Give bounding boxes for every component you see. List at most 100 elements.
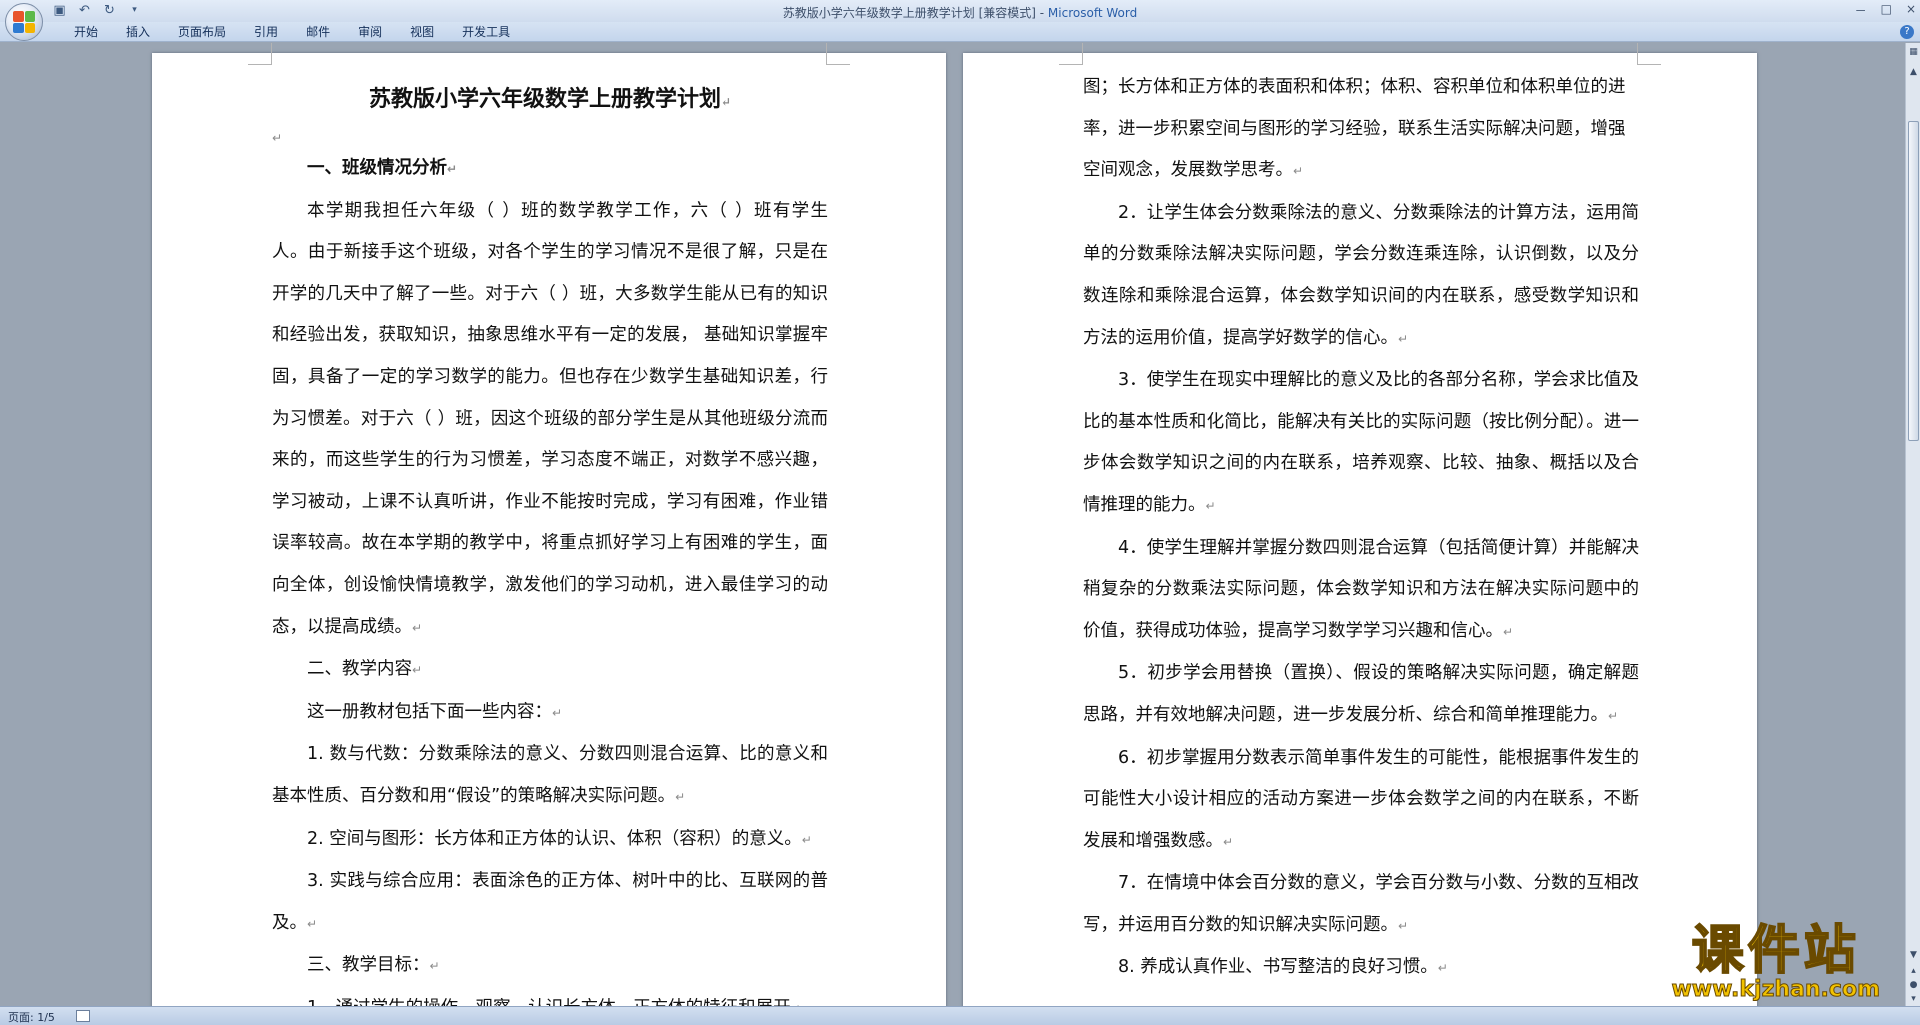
paragraph-text: 7．在情境中体会百分数的意义，学会百分数与小数、分数的互相改写，并运用百分数的知… bbox=[1083, 873, 1639, 935]
next-page-icon[interactable]: ▾ bbox=[1907, 992, 1920, 1006]
margin-corner bbox=[248, 43, 272, 65]
tab-references[interactable]: 引用 bbox=[240, 25, 292, 40]
paragraph-mark: ↵ bbox=[1503, 624, 1514, 639]
paragraph: 7．在情境中体会百分数的意义，学会百分数与小数、分数的互相改写，并运用百分数的知… bbox=[1083, 863, 1639, 947]
paragraph: 3．使学生在现实中理解比的意义及比的各部分名称，学会求比值及比的基本性质和化简比… bbox=[1083, 360, 1639, 527]
paragraph: 4．使学生理解并掌握分数四则混合运算（包括简便计算）并能解决稍复杂的分数乘法实际… bbox=[1083, 528, 1639, 654]
proofing-icon[interactable] bbox=[76, 1010, 90, 1022]
paragraph-text: 本学期我担任六年级（ ）班的数学教学工作，六（ ）班有学生 人。由于新接手这个班… bbox=[272, 200, 828, 637]
margin-corner bbox=[1059, 43, 1083, 65]
paragraph: 二、教学内容↵ bbox=[272, 649, 828, 692]
tab-mailings[interactable]: 邮件 bbox=[292, 25, 344, 40]
paragraph: 1．通过学生的操作、观察，认识长方体、正方体的特征和展开↵ bbox=[272, 988, 828, 1006]
paragraph: 三、教学目标：↵ bbox=[272, 945, 828, 988]
document-title: 苏教版小学六年级数学上册教学计划↵ bbox=[272, 73, 828, 128]
right-paragraphs: 图；长方体和正方体的表面积和体积；体积、容积单位和体积单位的进率，进一步积累空间… bbox=[1083, 67, 1639, 990]
paragraph-text: 三、教学目标： bbox=[307, 955, 430, 976]
page-count[interactable]: 页面: 1/5 bbox=[8, 1009, 55, 1025]
margin-corner bbox=[826, 43, 850, 65]
ribbon: 开始 插入 页面布局 引用 邮件 审阅 视图 开发工具 ? bbox=[0, 22, 1920, 42]
left-paragraphs: 一、班级情况分析↵ 本学期我担任六年级（ ）班的数学教学工作，六（ ）班有学生 人… bbox=[272, 148, 828, 1006]
paragraph: 1. 数与代数：分数乘除法的意义、分数四则混合运算、比的意义和基本性质、百分数和… bbox=[272, 734, 828, 818]
tab-view[interactable]: 视图 bbox=[396, 25, 448, 40]
paragraph: 本学期我担任六年级（ ）班的数学教学工作，六（ ）班有学生 人。由于新接手这个班… bbox=[272, 191, 828, 650]
window-controls: － □ × bbox=[1855, 2, 1916, 19]
scroll-thumb[interactable] bbox=[1908, 121, 1919, 441]
paragraph-mark: ↵ bbox=[1205, 498, 1216, 513]
paragraph-mark: ↵ bbox=[307, 916, 318, 931]
paragraph-text: 5．初步学会用替换（置换）、假设的策略解决实际问题，确定解题思路，并有效地解决问… bbox=[1083, 663, 1639, 725]
paragraph-mark: ↵ bbox=[1437, 961, 1448, 976]
paragraph: 6．初步掌握用分数表示简单事件发生的可能性，能根据事件发生的可能性大小设计相应的… bbox=[1083, 738, 1639, 864]
paragraph-text: 3. 实践与综合应用：表面涂色的正方体、树叶中的比、互联网的普及。 bbox=[272, 871, 828, 933]
select-browse-object-icon[interactable]: ● bbox=[1907, 978, 1920, 992]
scroll-up-icon[interactable]: ▲ bbox=[1907, 65, 1920, 79]
title-bar: ▣ ↶ ↻ ▾ 苏教版小学六年级数学上册教学计划 [兼容模式] - Micros… bbox=[0, 0, 1920, 41]
paragraph-mark: ↵ bbox=[1293, 164, 1304, 179]
empty-paragraph: ↵ bbox=[272, 131, 283, 145]
paragraph: 3. 实践与综合应用：表面涂色的正方体、树叶中的比、互联网的普及。↵ bbox=[272, 861, 828, 945]
close-button[interactable]: × bbox=[1906, 2, 1916, 19]
paragraph-mark: ↵ bbox=[552, 705, 563, 720]
app-name: Microsoft Word bbox=[1047, 6, 1138, 20]
watermark: 课件站 www.kjzhan.com bbox=[1671, 921, 1881, 1002]
paragraph: 2．让学生体会分数乘除法的意义、分数乘除法的计算方法，运用简单的分数乘除法解决实… bbox=[1083, 193, 1639, 360]
paragraph-mark: ↵ bbox=[1223, 834, 1234, 849]
vertical-scrollbar[interactable]: ▦ ▲ ▼ ▴ ● ▾ bbox=[1905, 43, 1920, 1006]
right-page-text: 图；长方体和正方体的表面积和体积；体积、容积单位和体积单位的进率，进一步积累空间… bbox=[1083, 67, 1639, 990]
ribbon-tabs: 开始 插入 页面布局 引用 邮件 审阅 视图 开发工具 bbox=[60, 25, 524, 40]
previous-page-icon[interactable]: ▴ bbox=[1907, 964, 1920, 978]
tab-home[interactable]: 开始 bbox=[60, 25, 112, 40]
document-area: 苏教版小学六年级数学上册教学计划↵ ↵ 一、班级情况分析↵ 本学期我担任六年级（ … bbox=[0, 43, 1905, 1006]
page-right[interactable]: 图；长方体和正方体的表面积和体积；体积、容积单位和体积单位的进率，进一步积累空间… bbox=[963, 43, 1757, 1006]
paragraph-mark: ↵ bbox=[447, 162, 458, 176]
paragraph-text: 2. 空间与图形：长方体和正方体的认识、体积（容积）的意义。 bbox=[307, 828, 802, 849]
paragraph-text: 图；长方体和正方体的表面积和体积；体积、容积单位和体积单位的进率，进一步积累空间… bbox=[1083, 77, 1626, 181]
tab-review[interactable]: 审阅 bbox=[344, 25, 396, 40]
paragraph: 2. 空间与图形：长方体和正方体的认识、体积（容积）的意义。↵ bbox=[272, 819, 828, 862]
document-name: 苏教版小学六年级数学上册教学计划 [兼容模式] - bbox=[782, 6, 1048, 20]
paragraph: 8. 养成认真作业、书写整洁的良好习惯。↵ bbox=[1083, 947, 1639, 990]
paragraph: 图；长方体和正方体的表面积和体积；体积、容积单位和体积单位的进率，进一步积累空间… bbox=[1083, 67, 1639, 193]
paragraph: 这一册教材包括下面一些内容：↵ bbox=[272, 692, 828, 735]
left-page-text: 苏教版小学六年级数学上册教学计划↵ ↵ 一、班级情况分析↵ 本学期我担任六年级（ … bbox=[272, 73, 828, 1006]
paragraph-mark: ↵ bbox=[1608, 708, 1619, 723]
margin-corner bbox=[1637, 43, 1661, 65]
status-bar: 页面: 1/5 bbox=[0, 1006, 1920, 1025]
paragraph-text: 这一册教材包括下面一些内容： bbox=[307, 701, 552, 722]
minimize-button[interactable]: － bbox=[1855, 2, 1867, 19]
paragraph-text: 2．让学生体会分数乘除法的意义、分数乘除法的计算方法，运用简单的分数乘除法解决实… bbox=[1083, 202, 1639, 348]
paragraph-text: 1．通过学生的操作、观察，认识长方体、正方体的特征和展开 bbox=[307, 998, 791, 1006]
paragraph-text: 8. 养成认真作业、书写整洁的良好习惯。 bbox=[1118, 957, 1438, 978]
paragraph: 5．初步学会用替换（置换）、假设的策略解决实际问题，确定解题思路，并有效地解决问… bbox=[1083, 653, 1639, 737]
paragraph-mark: ↵ bbox=[801, 832, 812, 847]
paragraph-text: 6．初步掌握用分数表示简单事件发生的可能性，能根据事件发生的可能性大小设计相应的… bbox=[1083, 747, 1639, 851]
tab-page-layout[interactable]: 页面布局 bbox=[164, 25, 240, 40]
tab-insert[interactable]: 插入 bbox=[112, 25, 164, 40]
page-left[interactable]: 苏教版小学六年级数学上册教学计划↵ ↵ 一、班级情况分析↵ 本学期我担任六年级（ … bbox=[152, 43, 946, 1006]
scroll-down-icon[interactable]: ▼ bbox=[1907, 948, 1920, 962]
paragraph-mark: ↵ bbox=[1398, 331, 1409, 346]
paragraph-mark: ↵ bbox=[1398, 918, 1409, 933]
paragraph-text: 一、班级情况分析 bbox=[307, 158, 447, 178]
office-logo-icon bbox=[13, 11, 35, 33]
tab-developer[interactable]: 开发工具 bbox=[448, 25, 524, 40]
office-button[interactable] bbox=[5, 3, 43, 41]
help-icon[interactable]: ? bbox=[1900, 25, 1914, 39]
ruler-toggle-icon[interactable]: ▦ bbox=[1907, 45, 1920, 59]
paragraph-text: 4．使学生理解并掌握分数四则混合运算（包括简便计算）并能解决稍复杂的分数乘法实际… bbox=[1083, 537, 1639, 641]
paragraph-mark: ↵ bbox=[429, 959, 440, 974]
paragraph-text: 3．使学生在现实中理解比的意义及比的各部分名称，学会求比值及比的基本性质和化简比… bbox=[1083, 370, 1639, 515]
paragraph-mark: ↵ bbox=[675, 789, 686, 804]
section-heading: 一、班级情况分析↵ bbox=[272, 148, 828, 191]
paragraph-text: 二、教学内容 bbox=[307, 659, 412, 680]
paragraph-mark: ↵ bbox=[412, 663, 423, 678]
document-title-text: 苏教版小学六年级数学上册教学计划 bbox=[368, 86, 721, 112]
paragraph-text: 1. 数与代数：分数乘除法的意义、分数四则混合运算、比的意义和基本性质、百分数和… bbox=[272, 744, 828, 806]
watermark-title: 课件站 bbox=[1691, 921, 1860, 981]
paragraph-mark: ↵ bbox=[412, 620, 423, 635]
paragraph-mark: ↵ bbox=[720, 95, 732, 109]
window-title: 苏教版小学六年级数学上册教学计划 [兼容模式] - Microsoft Word bbox=[0, 4, 1920, 21]
watermark-url: www.kjzhan.com bbox=[1671, 977, 1881, 1002]
maximize-button[interactable]: □ bbox=[1881, 2, 1892, 19]
